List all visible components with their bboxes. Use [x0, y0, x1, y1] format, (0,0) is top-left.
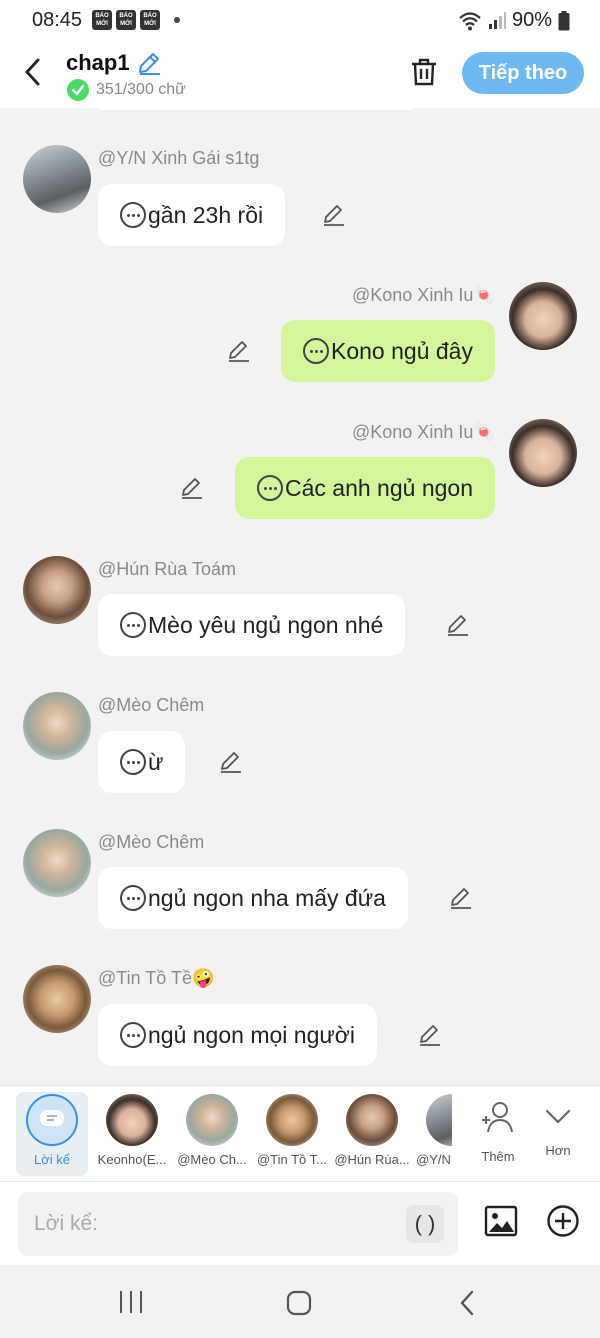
dialogue-dots-icon [120, 885, 146, 911]
signal-icon [488, 11, 506, 29]
character-label: @Y/N [416, 1152, 451, 1167]
message-username: @Kono Xinh Iu🍬 [352, 285, 496, 305]
character-label: @Tin Tồ T... [256, 1152, 328, 1167]
baomoi-notification-icon: BÁO MỚI [116, 10, 136, 30]
battery-percent: 90% [511, 9, 552, 31]
message-username: @Hún Rùa Toám [98, 559, 237, 579]
message-bubble[interactable]: Các anh ngủ ngon [235, 457, 495, 519]
word-count: 351/300 chữ [96, 81, 186, 98]
chapter-title: chap1 [66, 50, 130, 75]
message-text: gần 23h rồi [148, 202, 264, 228]
edit-pencil-icon[interactable] [179, 475, 205, 501]
character-label: Lời kể [34, 1152, 70, 1167]
message-bubble[interactable]: gần 23h rồi [98, 184, 286, 246]
message-username: @Y/N Xinh Gái s1tg [98, 148, 260, 168]
edit-pencil-icon[interactable] [218, 749, 244, 775]
baomoi-notification-icon: BÁO MỚI [92, 10, 112, 30]
character-tin-to-te[interactable]: @Tin Tồ T... [252, 1092, 332, 1176]
dialogue-dots-icon [257, 475, 283, 501]
edit-pencil-icon[interactable] [448, 885, 474, 911]
character-label: Keonho(E... [97, 1152, 167, 1167]
character-label: @Hún Rùa... [334, 1152, 410, 1167]
message-username: @Kono Xinh Iu🍬 [352, 422, 496, 442]
system-navigation-bar [0, 1265, 600, 1338]
add-circle-icon[interactable] [546, 1204, 580, 1238]
battery-icon [558, 10, 570, 30]
baomoi-notification-icon: BÁO MỚI [140, 10, 160, 30]
more-label: Hơn [545, 1143, 571, 1158]
message-username: @Mèo Chêm [98, 832, 205, 852]
message-bubble[interactable]: ngủ ngon mọi người [98, 1004, 377, 1066]
recent-apps-icon[interactable] [116, 1289, 146, 1315]
edit-title-pencil-icon[interactable] [136, 50, 162, 76]
character-yn[interactable]: @Y/N [412, 1092, 452, 1176]
dialogue-dots-icon [120, 612, 146, 638]
more-notifications-dot-icon [174, 17, 180, 23]
add-person-icon [482, 1102, 513, 1133]
next-button[interactable]: Tiếp theo [462, 52, 584, 94]
message-text: Các anh ngủ ngon [285, 475, 473, 501]
avatar [186, 1094, 238, 1146]
notification-icons: BÁO MỚI BÁO MỚI BÁO MỚI [92, 10, 180, 30]
message-bubble[interactable]: ừ [98, 731, 186, 793]
character-keonho[interactable]: Keonho(E... [92, 1092, 172, 1176]
avatar[interactable] [23, 965, 91, 1033]
avatar[interactable] [509, 282, 577, 350]
message-bubble[interactable]: ngủ ngon nha mấy đứa [98, 867, 408, 929]
editor-header: chap1 351/300 chữ Tiếp theo [0, 40, 600, 108]
avatar[interactable] [23, 145, 91, 213]
dialogue-dots-icon [120, 202, 146, 228]
message-bubble[interactable]: Kono ngủ đây [281, 320, 495, 382]
avatar[interactable] [23, 692, 91, 760]
parenthesis-button[interactable]: ( ) [406, 1205, 444, 1243]
message-text: Kono ngủ đây [331, 338, 473, 364]
edit-pencil-icon[interactable] [226, 338, 252, 364]
character-narrator[interactable]: Lời kể [16, 1092, 88, 1176]
chevron-down-icon [545, 1109, 571, 1124]
edit-pencil-icon[interactable] [445, 612, 471, 638]
edit-pencil-icon[interactable] [417, 1022, 443, 1048]
previous-bubble-edge [96, 104, 416, 110]
message-input[interactable]: Lời kể: ( ) [18, 1192, 458, 1256]
message-username: @Tin Tồ Tề🤪 [98, 968, 215, 988]
home-icon[interactable] [285, 1289, 313, 1317]
trash-icon[interactable] [408, 56, 440, 88]
character-label: @Mèo Ch... [177, 1152, 247, 1167]
edit-pencil-icon[interactable] [321, 202, 347, 228]
status-right: 90% [458, 9, 570, 32]
dialogue-dots-icon [120, 1022, 146, 1048]
avatar[interactable] [23, 556, 91, 624]
status-bar: 08:45 BÁO MỚI BÁO MỚI BÁO MỚI 90% [0, 0, 600, 40]
message-text: ngủ ngon nha mấy đứa [148, 885, 386, 911]
message-text: ngủ ngon mọi người [148, 1022, 355, 1048]
message-bubble[interactable]: Mèo yêu ngủ ngon nhé [98, 594, 406, 656]
status-time: 08:45 [32, 9, 83, 31]
message-text: ừ [148, 749, 164, 775]
message-username: @Mèo Chêm [98, 695, 205, 715]
input-placeholder: Lời kể: [34, 1212, 98, 1235]
image-icon[interactable] [484, 1204, 518, 1238]
avatar [426, 1094, 452, 1146]
compose-bar: Lời kể: ( ) [0, 1181, 600, 1265]
avatar [106, 1094, 158, 1146]
back-nav-icon[interactable] [456, 1289, 480, 1317]
more-characters-button[interactable]: Hơn [518, 1092, 598, 1176]
check-circle-icon [67, 79, 89, 101]
wifi-icon [459, 11, 481, 30]
character-selector-bar: Lời kể Keonho(E... @Mèo Ch... @Tin Tồ T.… [0, 1085, 600, 1181]
narrator-chat-icon [26, 1094, 78, 1146]
avatar[interactable] [509, 419, 577, 487]
back-arrow-icon[interactable] [18, 54, 48, 90]
character-meo-chem[interactable]: @Mèo Ch... [172, 1092, 252, 1176]
message-text: Mèo yêu ngủ ngon nhé [148, 612, 384, 638]
character-hun-rua[interactable]: @Hún Rùa... [332, 1092, 412, 1176]
avatar[interactable] [23, 829, 91, 897]
avatar [346, 1094, 398, 1146]
dialogue-dots-icon [120, 749, 146, 775]
avatar [266, 1094, 318, 1146]
dialogue-dots-icon [303, 338, 329, 364]
